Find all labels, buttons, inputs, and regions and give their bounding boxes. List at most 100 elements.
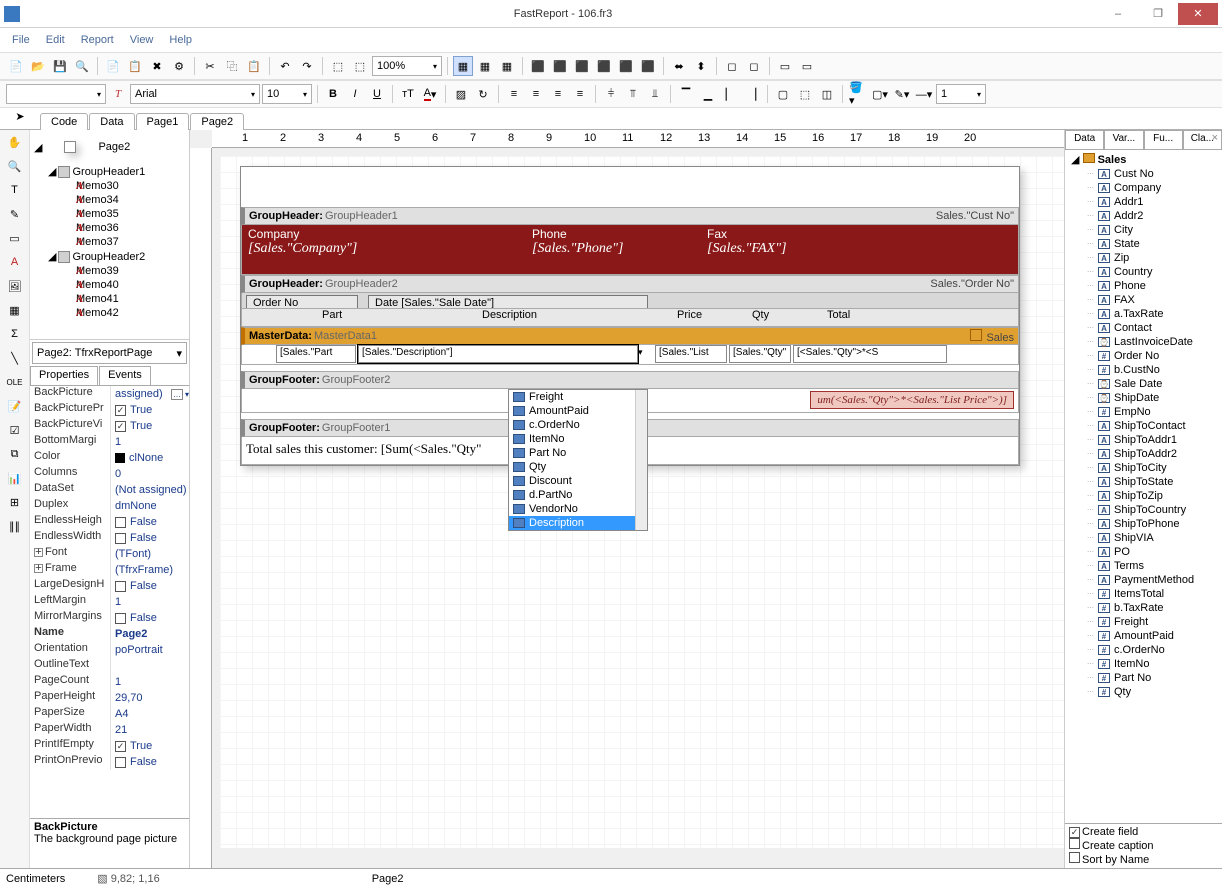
data-field[interactable]: ⋯AFAX (1067, 293, 1220, 307)
menu-edit[interactable]: Edit (46, 34, 65, 46)
data-field[interactable]: ⋯AShipToState (1067, 475, 1220, 489)
tab-events[interactable]: Events (99, 366, 151, 385)
dropdown-scrollbar[interactable] (635, 390, 647, 530)
field-dropdown[interactable]: FreightAmountPaidc.OrderNoItemNoPart NoQ… (508, 389, 648, 531)
property-row[interactable]: BottomMargi1 (30, 434, 189, 450)
data-field[interactable]: ⋯APhone (1067, 279, 1220, 293)
data-field[interactable]: ⋯#AmountPaid (1067, 629, 1220, 643)
property-row[interactable]: MirrorMarginsFalse (30, 610, 189, 626)
frame-right-icon[interactable]: ▕ (742, 84, 762, 104)
center-v-icon[interactable]: ◻ (744, 56, 764, 76)
data-cell[interactable]: [Sales."Qty" (729, 345, 791, 363)
undo-icon[interactable]: ↶ (275, 56, 295, 76)
dropdown-item[interactable]: VendorNo (509, 502, 647, 516)
highlight-icon[interactable]: ▨ (451, 84, 471, 104)
data-field[interactable]: ⋯#Freight (1067, 615, 1220, 629)
framecolor-icon[interactable]: ▢▾ (870, 84, 890, 104)
align-right-icon[interactable]: ⬛ (572, 56, 592, 76)
valign-top-icon[interactable]: ⫩ (601, 84, 621, 104)
halign-justify-icon[interactable]: ≡ (570, 84, 590, 104)
cut-icon[interactable]: ✂ (200, 56, 220, 76)
paste-icon[interactable]: 📋 (244, 56, 264, 76)
property-row[interactable]: EndlessHeighFalse (30, 514, 189, 530)
deletepage-icon[interactable]: ✖ (147, 56, 167, 76)
same-height-icon[interactable]: ▭ (797, 56, 817, 76)
pointer-icon[interactable]: ➤ (10, 106, 30, 126)
space-v-icon[interactable]: ⬍ (691, 56, 711, 76)
data-field[interactable]: ⋯#b.TaxRate (1067, 601, 1220, 615)
copy-icon[interactable]: ⿻ (222, 56, 242, 76)
dropdown-item[interactable]: c.OrderNo (509, 418, 647, 432)
data-cell[interactable]: [Sales."Description"] (358, 345, 638, 363)
style-combo[interactable]: ▾ (6, 84, 106, 104)
data-field[interactable]: ⋯AShipToAddr1 (1067, 433, 1220, 447)
property-row[interactable]: PaperHeight29,70 (30, 690, 189, 706)
property-row[interactable]: PrintOnPrevioFalse (30, 754, 189, 770)
data-field[interactable]: ⋯⌚ShipDate (1067, 391, 1220, 405)
tab-page1[interactable]: Page1 (136, 113, 190, 130)
group-icon[interactable]: ⬚ (328, 56, 348, 76)
new-icon[interactable]: 📄 (6, 56, 26, 76)
dropdown-item[interactable]: Qty (509, 460, 647, 474)
property-row[interactable]: +Font(TFont) (30, 546, 189, 562)
option-check[interactable]: ✓Create field (1069, 826, 1218, 838)
ole-icon[interactable]: OLE (5, 372, 25, 392)
minimize-button[interactable]: – (1098, 3, 1138, 25)
format-icon[interactable]: ✎ (5, 204, 25, 224)
tree-node[interactable]: A Memo42 (30, 306, 189, 320)
memo-field[interactable]: Phone[Sales."Phone"] (532, 227, 623, 257)
band-groupfooter2[interactable]: GroupFooter: GroupFooter2 (241, 371, 1019, 389)
report-page[interactable]: GroupHeader: GroupHeader1 Sales."Cust No… (240, 166, 1020, 466)
align-middle-icon[interactable]: ⬛ (616, 56, 636, 76)
property-row[interactable]: OrientationpoPortrait (30, 642, 189, 658)
design-surface[interactable]: 1234567891011121314151617181920 GroupHea… (190, 130, 1064, 868)
tab-properties[interactable]: Properties (30, 366, 98, 385)
data-field[interactable]: ⋯AAddr1 (1067, 195, 1220, 209)
snapgrid-icon[interactable]: ▦ (475, 56, 495, 76)
cross-icon[interactable]: ⊞ (5, 492, 25, 512)
frame-top-icon[interactable]: ▔ (676, 84, 696, 104)
newpage-icon[interactable]: 📄 (103, 56, 123, 76)
same-width-icon[interactable]: ▭ (775, 56, 795, 76)
memo-field[interactable]: Fax[Sales."FAX"] (707, 227, 787, 257)
tree-node[interactable]: A Memo30 (30, 179, 189, 193)
band-icon[interactable]: ▭ (5, 228, 25, 248)
pagesettings-icon[interactable]: ⚙ (169, 56, 189, 76)
fontcolor-icon[interactable]: A▾ (420, 84, 440, 104)
valign-bottom-icon[interactable]: ⫫ (645, 84, 665, 104)
tree-node[interactable]: A Memo41 (30, 292, 189, 306)
data-field[interactable]: ⋯AAddr2 (1067, 209, 1220, 223)
property-row[interactable]: ColorclNone (30, 450, 189, 466)
dropdown-item[interactable]: AmountPaid (509, 404, 647, 418)
frame-all-icon[interactable]: ▢ (773, 84, 793, 104)
dropdown-item[interactable]: ItemNo (509, 432, 647, 446)
property-row[interactable]: OutlineText (30, 658, 189, 674)
data-tree[interactable]: ◢ Sales ⋯ACust No⋯ACompany⋯AAddr1⋯AAddr2… (1065, 150, 1222, 823)
line-icon[interactable]: ╲ (5, 348, 25, 368)
data-field[interactable]: ⋯⌚LastInvoiceDate (1067, 335, 1220, 349)
tab-data[interactable]: Data (89, 113, 134, 130)
data-field[interactable]: ⋯APaymentMethod (1067, 573, 1220, 587)
halign-left-icon[interactable]: ≡ (504, 84, 524, 104)
tree-node[interactable]: A Memo39 (30, 264, 189, 278)
frame-shadow-icon[interactable]: ◫ (817, 84, 837, 104)
tab-functions[interactable]: Fu... (1144, 130, 1183, 149)
data-field[interactable]: ⋯AShipVIA (1067, 531, 1220, 545)
option-check[interactable]: Create caption (1069, 838, 1218, 852)
center-h-icon[interactable]: ◻ (722, 56, 742, 76)
property-row[interactable]: LargeDesignHFalse (30, 578, 189, 594)
data-field[interactable]: ⋯AShipToCountry (1067, 503, 1220, 517)
data-field[interactable]: ⋯Aa.TaxRate (1067, 307, 1220, 321)
property-row[interactable]: DataSet(Not assigned) (30, 482, 189, 498)
close-button[interactable]: ✕ (1178, 3, 1218, 25)
data-field[interactable]: ⋯#Qty (1067, 685, 1220, 699)
data-field[interactable]: ⋯#Part No (1067, 671, 1220, 685)
zoomtool-icon[interactable]: 🔍 (5, 156, 25, 176)
fontset-icon[interactable]: ᴛT (398, 84, 418, 104)
property-row[interactable]: DuplexdmNone (30, 498, 189, 514)
open-icon[interactable]: 📂 (28, 56, 48, 76)
property-grid[interactable]: BackPictureassigned) …▾BackPicturePr✓Tru… (30, 386, 189, 818)
rotate-icon[interactable]: ↻ (473, 84, 493, 104)
data-field[interactable]: ⋯#ItemNo (1067, 657, 1220, 671)
fitgrid-icon[interactable]: ▦ (497, 56, 517, 76)
